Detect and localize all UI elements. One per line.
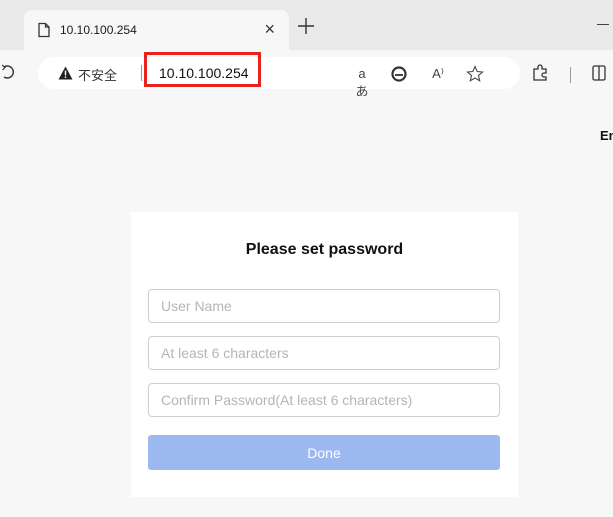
page-icon xyxy=(38,22,50,38)
split-screen-icon[interactable] xyxy=(592,65,606,81)
set-password-card: Please set password Done xyxy=(131,212,518,497)
confirm-password-input[interactable] xyxy=(148,383,500,417)
refresh-icon[interactable] xyxy=(2,64,16,80)
divider xyxy=(570,67,571,83)
language-switch-link[interactable]: En xyxy=(600,128,613,143)
browser-tab[interactable]: 10.10.100.254 × xyxy=(24,10,289,50)
translate-icon[interactable]: aあ xyxy=(353,65,371,99)
read-aloud-icon[interactable]: A⁾ xyxy=(429,65,447,83)
page-content: En Please set password Done xyxy=(0,96,613,517)
browser-toolbar: 不安全 10.10.100.254 aあ A⁾ xyxy=(0,50,613,99)
form-title: Please set password xyxy=(245,241,404,258)
password-input[interactable] xyxy=(148,336,500,370)
divider xyxy=(141,65,142,81)
extensions-icon[interactable] xyxy=(531,64,549,82)
username-input[interactable] xyxy=(148,289,500,323)
done-button[interactable]: Done xyxy=(148,435,500,470)
security-status[interactable]: 不安全 xyxy=(78,65,117,84)
url-text[interactable]: 10.10.100.254 xyxy=(159,65,249,81)
tab-strip: 10.10.100.254 × xyxy=(0,0,613,50)
address-bar[interactable]: 不安全 10.10.100.254 aあ A⁾ xyxy=(38,52,520,99)
edge-collections-icon[interactable] xyxy=(390,65,408,83)
minimize-icon[interactable] xyxy=(597,24,609,25)
new-tab-icon[interactable] xyxy=(294,14,318,38)
favorite-star-icon[interactable] xyxy=(466,65,484,83)
warning-icon[interactable] xyxy=(58,66,73,80)
tab-title: 10.10.100.254 xyxy=(60,23,137,37)
close-tab-icon[interactable]: × xyxy=(264,19,275,39)
